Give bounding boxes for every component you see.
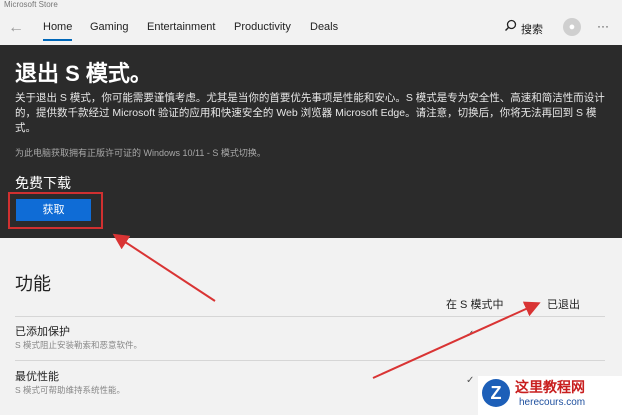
watermark-logo: Z: [482, 379, 510, 407]
site-watermark: Z 这里教程网 herecours.com: [478, 376, 622, 415]
watermark-name: 这里教程网: [515, 380, 585, 396]
arrow-to-get-button: [112, 233, 216, 302]
arrow-to-exited-column: [372, 301, 541, 379]
watermark-url: herecours.com: [519, 397, 586, 408]
annotation-arrows: [112, 233, 541, 379]
